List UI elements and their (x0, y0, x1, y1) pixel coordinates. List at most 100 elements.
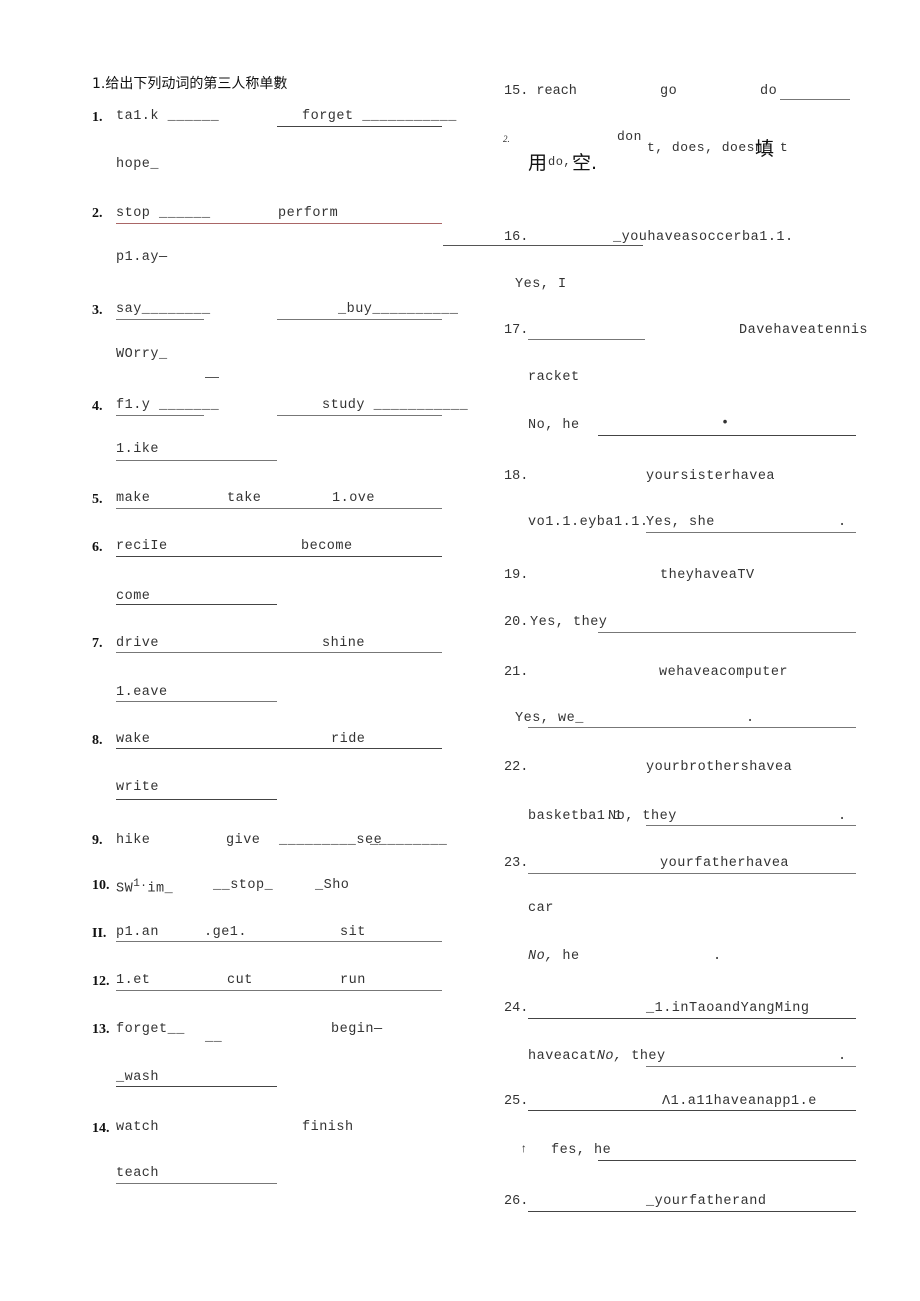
question-number: 21. (504, 665, 529, 680)
verb-swim: SW1.im_ (116, 878, 173, 897)
verb-shine: shine (322, 636, 366, 651)
answer-end: . (838, 809, 847, 824)
question-number: 19. (504, 568, 529, 583)
question-number: 16. (504, 230, 529, 245)
item-number: 8. (92, 733, 103, 748)
verb-recite: reciIe (116, 539, 168, 554)
answer-line[interactable] (116, 556, 442, 557)
answer-line[interactable] (116, 799, 277, 800)
verb-cut: cut (227, 973, 253, 988)
section-number: 2. (503, 134, 510, 144)
answer-line[interactable] (116, 319, 204, 320)
question-number: 23. (504, 856, 529, 871)
answer-line[interactable] (116, 1183, 277, 1184)
answer-line[interactable] (443, 245, 643, 246)
blank[interactable]: __ (205, 1030, 222, 1045)
answer-line[interactable] (116, 990, 442, 991)
answer-prefix: Yes, she (646, 515, 715, 530)
verb-begin: begin— (331, 1022, 383, 1037)
answer-prefix: Yes, I (515, 277, 567, 292)
item-number: 1. (92, 110, 103, 125)
question-text: _youhaveasoccerba1.1. (613, 230, 794, 245)
section-heading: 1.给出下列动词的第三人称单數 (92, 76, 288, 92)
answer-line[interactable] (598, 632, 856, 633)
answer-prefix: No, they (608, 809, 677, 824)
answer-end: . (838, 515, 847, 530)
question-number: 26. (504, 1194, 529, 1209)
item-number: 6. (92, 540, 103, 555)
answer-line[interactable] (277, 415, 442, 416)
answer-subject: they (622, 1049, 666, 1064)
verb-let: 1.et (116, 973, 151, 988)
answer-line[interactable] (116, 223, 442, 224)
verb-say: say________ (116, 302, 211, 317)
answer-line[interactable] (780, 99, 850, 100)
verb-leave: 1.eave (116, 685, 168, 700)
question-text-cont: racket (528, 370, 580, 385)
answer-line[interactable] (646, 532, 856, 533)
verb-teach: teach (116, 1166, 160, 1181)
verb-swim-part: SW (116, 881, 134, 897)
answer-line[interactable] (528, 1110, 856, 1111)
answer-line[interactable] (277, 319, 442, 320)
answer-line (205, 377, 219, 378)
question-text: Λ1.a11haveanapp1.e (662, 1094, 817, 1109)
answer-line[interactable] (528, 1211, 856, 1212)
answer-no: No, (528, 949, 554, 964)
answer-line[interactable] (646, 825, 856, 826)
question-text: Davehaveatennis (739, 323, 869, 338)
question-text-cont: car (528, 901, 554, 916)
answer-line[interactable] (116, 652, 442, 653)
answer-line[interactable] (116, 748, 442, 749)
answer-line[interactable] (277, 126, 442, 127)
question-text: yourbrothershavea (646, 760, 793, 775)
answer-subject: he (553, 949, 580, 964)
verb-study: study ___________ (322, 398, 469, 413)
section-blank-char: 空. (572, 152, 598, 174)
item-number: 12. (92, 974, 110, 989)
verb-reach: 15. reach (504, 84, 577, 99)
verb-talk: ta1.k ______ (116, 109, 220, 124)
answer-line[interactable] (116, 701, 277, 702)
verb-watch: watch (116, 1120, 160, 1135)
item-number: 13. (92, 1022, 110, 1037)
answer-line[interactable] (116, 508, 442, 509)
answer-line[interactable] (116, 415, 204, 416)
question-number: 24. (504, 1001, 529, 1016)
answer-line[interactable] (116, 604, 277, 605)
item-number: 10. (92, 878, 110, 893)
question-text: wehaveacomputer (659, 665, 789, 680)
answer-line[interactable] (116, 941, 442, 942)
answer-line[interactable] (116, 460, 277, 461)
answer-dot: • (721, 416, 730, 431)
answer-end: . (746, 711, 755, 726)
verb-buy: _buy__________ (338, 302, 459, 317)
answer-line[interactable] (646, 1066, 856, 1067)
question-text-cont: vo1.1.eyba1.1. (528, 515, 649, 530)
section-dont: don (617, 129, 642, 144)
verb-stop: stop ______ (116, 206, 211, 221)
verb-love: 1.ove (332, 491, 376, 506)
blank[interactable]: _________ (370, 833, 447, 848)
answer-line[interactable] (528, 339, 645, 340)
answer-prefix: No, he (528, 949, 580, 964)
question-text: _yourfatherand (646, 1194, 767, 1209)
verb-play: p1.ay— (116, 250, 168, 265)
question-text: yourfatherhavea (660, 856, 790, 871)
answer-line[interactable] (598, 1160, 856, 1161)
question-number: 18. (504, 469, 529, 484)
verb-run: run (340, 973, 366, 988)
answer-line[interactable] (116, 1086, 277, 1087)
answer-line[interactable] (528, 1018, 856, 1019)
item-number: 7. (92, 636, 103, 651)
answer-line[interactable] (528, 873, 856, 874)
answer-no: No, (596, 1049, 623, 1064)
verb-take: take (227, 491, 262, 506)
section-do: do, (548, 155, 572, 169)
answer-prefix: No, he (528, 418, 580, 433)
verb-write: write (116, 780, 160, 795)
answer-line[interactable] (528, 727, 856, 728)
section-fill-char: 填 (755, 138, 775, 160)
answer-line[interactable] (598, 435, 856, 436)
question-text: yoursisterhavea (646, 469, 776, 484)
